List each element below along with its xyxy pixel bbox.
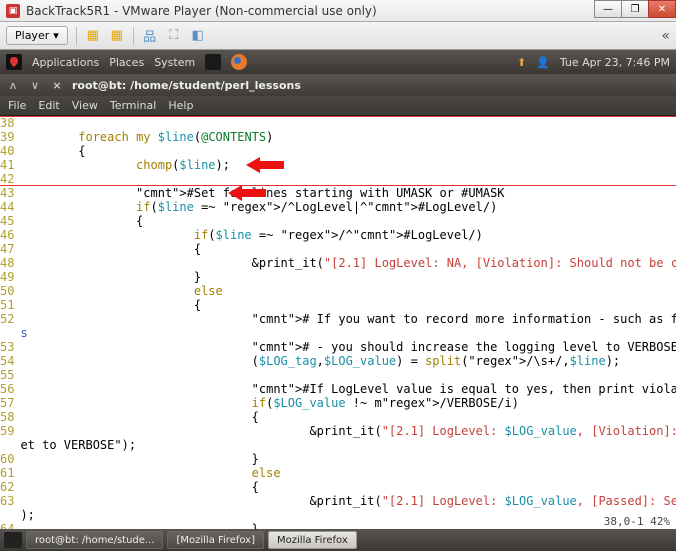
network-icon[interactable]: 品 <box>142 28 158 44</box>
code-content[interactable]: foreach my $line(@CONTENTS) { chomp($lin… <box>20 116 676 529</box>
terminal-menubar: File Edit View Terminal Help <box>0 96 676 116</box>
window-up-button[interactable]: ᴧ <box>6 79 20 92</box>
line-number-gutter: 3839404142434445464748495051525354555657… <box>0 116 20 529</box>
vmware-titlebar: ▣ BackTrack5R1 - VMware Player (Non-comm… <box>0 0 676 22</box>
window-down-button[interactable]: ∨ <box>28 79 42 92</box>
backtrack-logo-icon[interactable] <box>6 54 22 70</box>
menu-system[interactable]: System <box>154 56 195 69</box>
grid-icon[interactable]: ▦ <box>85 28 101 44</box>
grid-alt-icon[interactable]: ▦ <box>109 28 125 44</box>
clock[interactable]: Tue Apr 23, 7:46 PM <box>560 56 670 69</box>
fullscreen-icon[interactable]: ⛶ <box>166 28 182 44</box>
separator <box>133 27 134 45</box>
menu-places[interactable]: Places <box>109 56 144 69</box>
menu-terminal[interactable]: Terminal <box>110 99 157 112</box>
firefox-launcher-icon[interactable] <box>231 54 247 70</box>
window-close-button[interactable]: × <box>50 79 64 92</box>
player-menu-button[interactable]: Player ▾ <box>6 26 68 45</box>
close-button[interactable]: ✕ <box>648 0 676 18</box>
menu-file[interactable]: File <box>8 99 26 112</box>
chevron-left-icon[interactable]: « <box>661 28 670 44</box>
terminal-titlebar: ᴧ ∨ × root@bt: /home/student/perl_lesson… <box>0 74 676 96</box>
vmware-icon: ▣ <box>6 4 20 18</box>
menu-applications[interactable]: Applications <box>32 56 99 69</box>
player-menu-label: Player <box>15 29 49 42</box>
taskbar-item-firefox-2[interactable]: Mozilla Firefox <box>268 531 357 549</box>
vmware-title-text: BackTrack5R1 - VMware Player (Non-commer… <box>26 4 377 18</box>
gnome-bottom-panel: root@bt: /home/stude... [Mozilla Firefox… <box>0 529 676 551</box>
show-desktop-icon[interactable] <box>4 532 22 548</box>
terminal-launcher-icon[interactable] <box>205 54 221 70</box>
red-arrow-annotation <box>228 156 262 172</box>
chevron-down-icon: ▾ <box>53 29 59 42</box>
unity-icon[interactable]: ◧ <box>190 28 206 44</box>
gnome-top-panel: Applications Places System ⬆ 👤 Tue Apr 2… <box>0 50 676 74</box>
menu-edit[interactable]: Edit <box>38 99 59 112</box>
minimize-button[interactable]: — <box>594 0 622 18</box>
updates-icon[interactable]: ⬆ <box>517 56 526 69</box>
vmware-toolbar: Player ▾ ▦ ▦ 品 ⛶ ◧ « <box>0 22 676 50</box>
user-icon[interactable]: 👤 <box>536 56 550 69</box>
taskbar-item-firefox-1[interactable]: [Mozilla Firefox] <box>167 531 264 549</box>
vim-statusline: 38,0-1 42% <box>604 515 670 529</box>
terminal-title: root@bt: /home/student/perl_lessons <box>72 79 301 92</box>
code-editor[interactable]: 3839404142434445464748495051525354555657… <box>0 116 676 529</box>
separator <box>76 27 77 45</box>
menu-view[interactable]: View <box>72 99 98 112</box>
vmware-window-buttons: — ❐ ✕ <box>595 0 676 18</box>
maximize-button[interactable]: ❐ <box>621 0 649 18</box>
menu-help[interactable]: Help <box>168 99 193 112</box>
taskbar-item-terminal[interactable]: root@bt: /home/stude... <box>26 531 163 549</box>
red-arrow-annotation <box>246 128 280 144</box>
